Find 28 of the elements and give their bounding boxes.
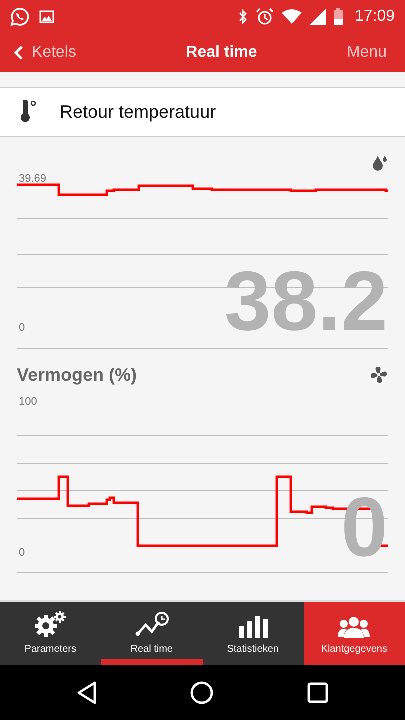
axis-label: 0 (19, 547, 26, 559)
image-icon (39, 8, 55, 24)
thermometer-icon (19, 100, 37, 124)
clock-time: 17:09 (354, 8, 395, 26)
back-icon[interactable] (76, 680, 98, 704)
chart-title: Vermogen (%) (17, 364, 138, 386)
gears-icon (32, 610, 69, 638)
wifi-icon (282, 8, 302, 24)
graph-clock-icon (134, 612, 169, 638)
bluetooth-icon (238, 8, 248, 24)
axis-label: 100 (19, 396, 38, 408)
battery-icon (334, 8, 343, 25)
overview-icon[interactable] (306, 682, 329, 704)
nav-tab[interactable]: Klantgegevens (304, 602, 405, 665)
fan-icon (370, 366, 388, 384)
people-icon (338, 616, 370, 638)
axis-label: 39.69 (19, 173, 47, 185)
section-title: Retour temperatuur (60, 102, 216, 122)
back-icon (14, 44, 24, 60)
alarm-icon (256, 8, 274, 26)
axis-label: 0 (19, 322, 26, 334)
chat-icon (10, 6, 30, 26)
home-icon[interactable] (190, 680, 214, 704)
screen-title: Real time (186, 44, 258, 62)
current-reading: 38.2 (224, 259, 388, 343)
signal-icon (310, 8, 326, 24)
bar-chart-icon (238, 614, 268, 638)
drop-icon (372, 154, 388, 172)
